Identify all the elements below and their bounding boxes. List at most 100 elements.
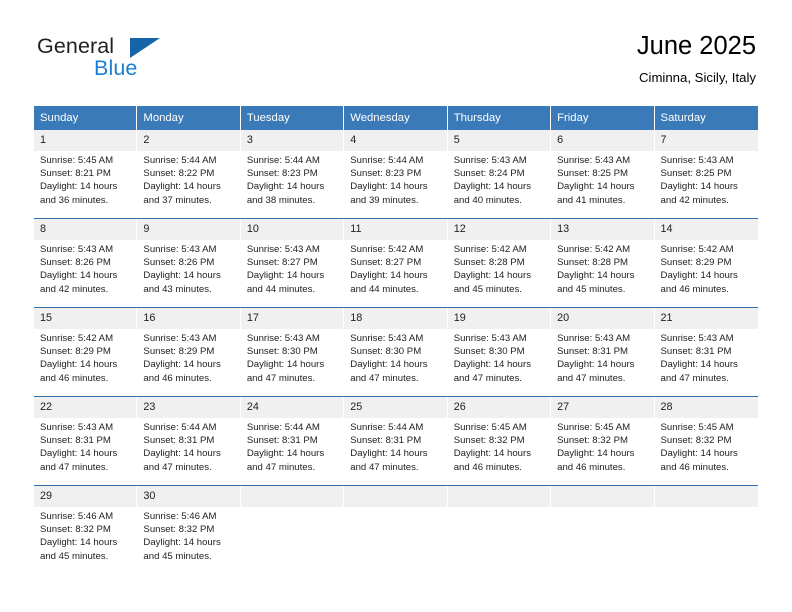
calendar-day-cell[interactable]: 9 Sunrise: 5:43 AM Sunset: 8:26 PM Dayli… [137,219,241,307]
blue-triangle-icon [130,38,160,58]
sunset-text: Sunset: 8:23 PM [246,168,318,180]
day-details: Sunrise: 5:42 AM Sunset: 8:28 PM Dayligh… [448,240,550,307]
sunset-text: Sunset: 8:32 PM [660,435,732,447]
sunset-text: Sunset: 8:27 PM [246,257,318,269]
daylight-text-line2: and 45 minutes. [40,550,109,562]
calendar-day-cell[interactable]: 21 Sunrise: 5:43 AM Sunset: 8:31 PM Dayl… [654,308,758,396]
day-number: 29 [34,486,137,507]
calendar-week-row: 22 Sunrise: 5:43 AM Sunset: 8:31 PM Dayl… [34,396,758,485]
day-number [654,486,758,507]
brand-logo[interactable]: General Blue [37,34,267,90]
day-number: 15 [34,308,137,329]
calendar-day-cell[interactable]: 18 Sunrise: 5:43 AM Sunset: 8:30 PM Dayl… [344,308,448,396]
calendar-day-cell[interactable]: 15 Sunrise: 5:42 AM Sunset: 8:29 PM Dayl… [34,308,138,396]
sunrise-text: Sunrise: 5:43 AM [660,155,734,166]
sunset-text: Sunset: 8:26 PM [40,257,111,269]
day-number: 24 [240,397,344,418]
day-details: Sunrise: 5:43 AM Sunset: 8:31 PM Dayligh… [655,329,758,396]
calendar-day-cell[interactable]: 20 Sunrise: 5:43 AM Sunset: 8:31 PM Dayl… [551,308,655,396]
day-number: 13 [551,219,654,240]
day-number: 23 [137,397,240,418]
daylight-text-line1: Daylight: 14 hours [660,448,738,460]
calendar-day-cell-empty [654,486,758,574]
sunrise-text: Sunrise: 5:42 AM [40,333,114,344]
calendar-day-cell[interactable]: 8 Sunrise: 5:43 AM Sunset: 8:26 PM Dayli… [34,219,138,307]
calendar-day-cell[interactable]: 14 Sunrise: 5:42 AM Sunset: 8:29 PM Dayl… [654,219,758,307]
calendar-day-cell[interactable]: 5 Sunrise: 5:43 AM Sunset: 8:24 PM Dayli… [447,130,552,218]
sunrise-text: Sunrise: 5:43 AM [557,333,631,344]
day-details: Sunrise: 5:44 AM Sunset: 8:31 PM Dayligh… [137,418,239,485]
day-number: 25 [344,397,447,418]
daylight-text-line1: Daylight: 14 hours [143,181,221,193]
daylight-text-line1: Daylight: 14 hours [246,181,325,193]
calendar-day-cell[interactable]: 28 Sunrise: 5:45 AM Sunset: 8:32 PM Dayl… [654,397,758,485]
day-number: 12 [447,219,551,240]
daylight-text-line1: Daylight: 14 hours [660,270,738,282]
weekday-header-wednesday: Wednesday [344,106,448,130]
day-number: 16 [137,308,240,329]
calendar-day-cell[interactable]: 26 Sunrise: 5:45 AM Sunset: 8:32 PM Dayl… [447,397,552,485]
calendar-day-cell[interactable]: 24 Sunrise: 5:44 AM Sunset: 8:31 PM Dayl… [240,397,345,485]
calendar-day-cell[interactable]: 3 Sunrise: 5:44 AM Sunset: 8:23 PM Dayli… [240,130,345,218]
brand-name-blue: Blue [94,56,138,80]
day-number: 1 [34,130,137,151]
calendar-day-cell[interactable]: 1 Sunrise: 5:45 AM Sunset: 8:21 PM Dayli… [34,130,138,218]
day-number: 28 [654,397,758,418]
calendar-day-cell[interactable]: 29 Sunrise: 5:46 AM Sunset: 8:32 PM Dayl… [34,486,138,574]
day-number [344,486,447,507]
daylight-text-line1: Daylight: 14 hours [557,181,635,193]
sunrise-text: Sunrise: 5:42 AM [660,244,734,255]
calendar-day-cell[interactable]: 19 Sunrise: 5:43 AM Sunset: 8:30 PM Dayl… [447,308,552,396]
weekday-header-sunday: Sunday [34,106,138,130]
calendar-day-cell[interactable]: 13 Sunrise: 5:42 AM Sunset: 8:28 PM Dayl… [551,219,655,307]
daylight-text-line1: Daylight: 14 hours [453,359,532,371]
calendar-day-cell[interactable]: 17 Sunrise: 5:43 AM Sunset: 8:30 PM Dayl… [240,308,345,396]
page-subtitle: Ciminna, Sicily, Italy [638,70,756,85]
calendar-week-row: 29 Sunrise: 5:46 AM Sunset: 8:32 PM Dayl… [34,485,758,574]
daylight-text-line2: and 39 minutes. [350,194,419,206]
daylight-text-line2: and 40 minutes. [453,194,522,206]
daylight-text-line2: and 47 minutes. [246,461,316,473]
calendar-day-cell[interactable]: 4 Sunrise: 5:44 AM Sunset: 8:23 PM Dayli… [344,130,448,218]
day-details: Sunrise: 5:42 AM Sunset: 8:28 PM Dayligh… [551,240,653,307]
sunset-text: Sunset: 8:30 PM [350,346,422,358]
daylight-text-line1: Daylight: 14 hours [557,270,635,282]
daylight-text-line2: and 42 minutes. [40,283,109,295]
calendar-page: General Blue June 2025 Ciminna, Sicily, … [0,0,792,612]
calendar-day-cell[interactable]: 27 Sunrise: 5:45 AM Sunset: 8:32 PM Dayl… [551,397,655,485]
daylight-text-line1: Daylight: 14 hours [246,359,325,371]
sunrise-text: Sunrise: 5:43 AM [40,244,114,255]
calendar-day-cell[interactable]: 12 Sunrise: 5:42 AM Sunset: 8:28 PM Dayl… [447,219,552,307]
calendar-day-cell-empty [240,486,345,574]
calendar-day-cell[interactable]: 10 Sunrise: 5:43 AM Sunset: 8:27 PM Dayl… [240,219,345,307]
sunset-text: Sunset: 8:32 PM [143,524,215,536]
calendar-day-cell[interactable]: 7 Sunrise: 5:43 AM Sunset: 8:25 PM Dayli… [654,130,758,218]
daylight-text-line1: Daylight: 14 hours [40,270,118,282]
daylight-text-line1: Daylight: 14 hours [453,270,532,282]
daylight-text-line1: Daylight: 14 hours [246,448,325,460]
sunrise-text: Sunrise: 5:43 AM [660,333,734,344]
day-number: 14 [654,219,758,240]
calendar-day-cell[interactable]: 23 Sunrise: 5:44 AM Sunset: 8:31 PM Dayl… [137,397,241,485]
calendar-day-cell[interactable]: 30 Sunrise: 5:46 AM Sunset: 8:32 PM Dayl… [137,486,241,574]
sunset-text: Sunset: 8:31 PM [557,346,629,358]
calendar-day-cell[interactable]: 2 Sunrise: 5:44 AM Sunset: 8:22 PM Dayli… [137,130,241,218]
calendar-day-cell[interactable]: 25 Sunrise: 5:44 AM Sunset: 8:31 PM Dayl… [344,397,448,485]
page-header: General Blue June 2025 Ciminna, Sicily, … [0,0,792,98]
daylight-text-line2: and 46 minutes. [557,461,626,473]
day-details: Sunrise: 5:45 AM Sunset: 8:32 PM Dayligh… [551,418,653,485]
calendar-day-cell[interactable]: 6 Sunrise: 5:43 AM Sunset: 8:25 PM Dayli… [551,130,655,218]
sunrise-text: Sunrise: 5:44 AM [246,422,320,433]
sunrise-text: Sunrise: 5:44 AM [246,155,320,166]
calendar-day-cell[interactable]: 16 Sunrise: 5:43 AM Sunset: 8:29 PM Dayl… [137,308,241,396]
daylight-text-line1: Daylight: 14 hours [350,448,428,460]
sunset-text: Sunset: 8:30 PM [246,346,318,358]
sunset-text: Sunset: 8:31 PM [143,435,215,447]
weekday-header-monday: Monday [137,106,241,130]
day-details: Sunrise: 5:43 AM Sunset: 8:30 PM Dayligh… [241,329,343,396]
calendar-day-cell[interactable]: 11 Sunrise: 5:42 AM Sunset: 8:27 PM Dayl… [344,219,448,307]
sunrise-text: Sunrise: 5:45 AM [557,422,631,433]
daylight-text-line1: Daylight: 14 hours [40,359,118,371]
calendar-day-cell[interactable]: 22 Sunrise: 5:43 AM Sunset: 8:31 PM Dayl… [34,397,138,485]
sunset-text: Sunset: 8:32 PM [40,524,111,536]
